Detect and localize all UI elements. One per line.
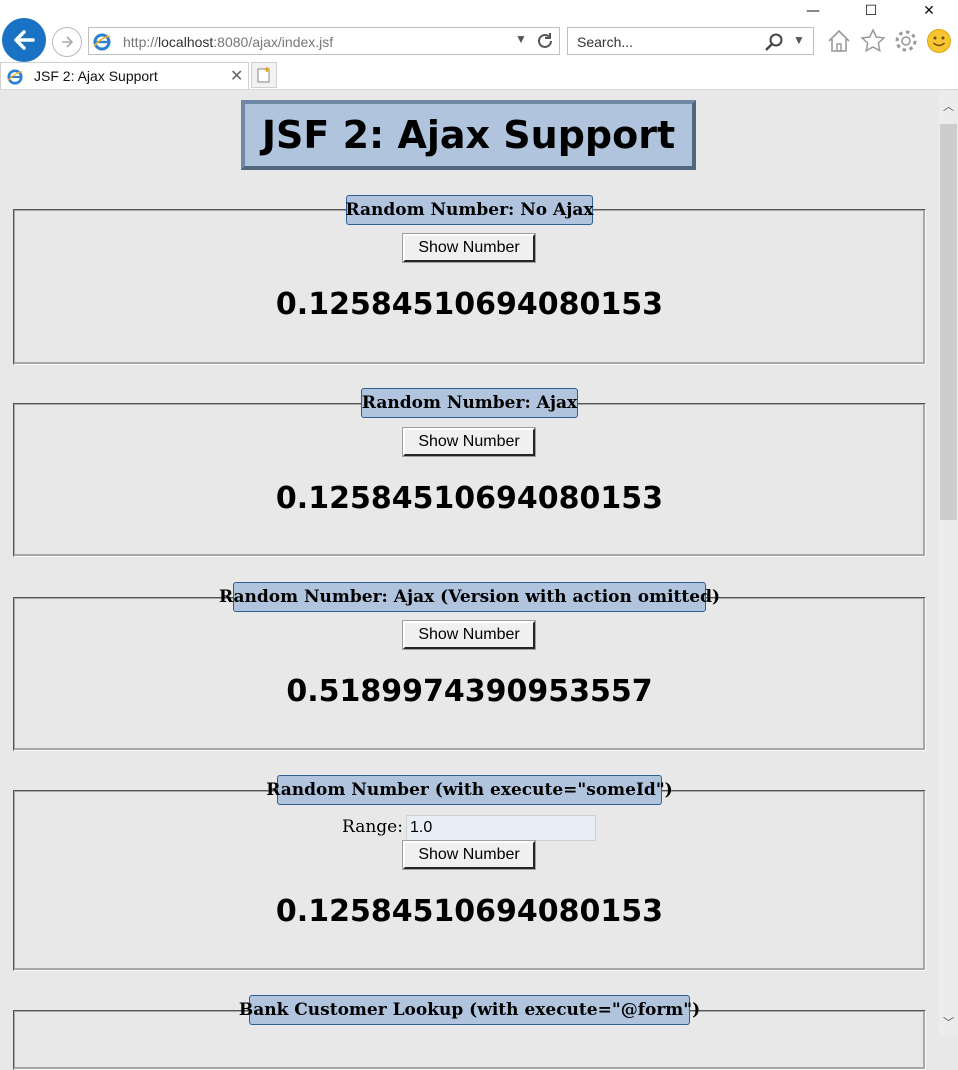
panel-legend-execute-someid: Random Number (with execute="someId")	[266, 775, 673, 805]
show-number-button-action-omitted[interactable]: Show Number	[402, 620, 536, 650]
panel-legend-no-ajax: Random Number: No Ajax	[345, 195, 594, 225]
range-input[interactable]	[406, 815, 596, 841]
maximize-button[interactable]: ☐	[842, 0, 900, 22]
forward-button[interactable]	[52, 27, 82, 57]
ie-icon	[93, 33, 111, 51]
close-tab-icon[interactable]: ✕	[230, 66, 243, 86]
search-icon[interactable]	[764, 32, 784, 52]
show-number-button-no-ajax[interactable]: Show Number	[402, 233, 536, 263]
panel-legend-ajax-action-omitted: Random Number: Ajax (Version with action…	[219, 582, 720, 612]
tab-active[interactable]: JSF 2: Ajax Support ✕	[0, 62, 249, 90]
scroll-down-icon[interactable]: ﹀	[939, 1014, 958, 1030]
new-tab-button[interactable]	[251, 62, 277, 88]
close-window-button[interactable]: ✕	[900, 0, 958, 22]
arrow-right-icon	[62, 36, 74, 48]
chrome-divider	[0, 89, 958, 90]
show-number-button-execute-someid[interactable]: Show Number	[402, 840, 536, 870]
random-number-ajax: 0.12584510694080153	[275, 481, 664, 516]
browser-chrome: — ☐ ✕ http://localhost:8080/ajax/index.j…	[0, 0, 958, 90]
panel-legend-bank-customer-lookup: Bank Customer Lookup (with execute="@for…	[239, 995, 700, 1025]
favorites-star-icon[interactable]	[860, 28, 886, 54]
search-dropdown-icon[interactable]: ▼	[793, 33, 805, 47]
minimize-button[interactable]: —	[784, 0, 842, 22]
show-number-button-ajax[interactable]: Show Number	[402, 427, 536, 457]
page-title: JSF 2: Ajax Support	[241, 100, 696, 170]
search-input[interactable]: Search...	[577, 34, 633, 50]
tab-title: JSF 2: Ajax Support	[34, 68, 158, 84]
url-text: http://localhost:8080/ajax/index.jsf	[123, 34, 334, 50]
back-button[interactable]	[2, 18, 46, 62]
random-number-no-ajax: 0.12584510694080153	[275, 287, 664, 322]
search-box[interactable]: Search... ▼	[567, 27, 814, 55]
smiley-feedback-icon[interactable]	[926, 28, 952, 54]
address-bar[interactable]: http://localhost:8080/ajax/index.jsf ▼	[88, 27, 560, 55]
ie-icon	[7, 69, 23, 85]
window-controls: — ☐ ✕	[784, 0, 958, 22]
home-icon[interactable]	[826, 28, 852, 54]
arrow-left-icon	[14, 30, 35, 50]
random-number-execute-someid: 0.12584510694080153	[275, 894, 664, 929]
random-number-action-omitted: 0.5189974390953557	[286, 674, 653, 709]
new-tab-icon	[257, 67, 270, 83]
scroll-up-icon[interactable]: ︿	[939, 98, 958, 114]
address-dropdown-icon[interactable]: ▼	[515, 32, 527, 46]
panel-ajax	[13, 403, 926, 557]
panel-legend-ajax: Random Number: Ajax	[361, 388, 578, 418]
range-label: Range:	[342, 817, 403, 837]
refresh-icon[interactable]	[535, 31, 555, 51]
scrollbar-thumb[interactable]	[940, 124, 957, 520]
gear-icon[interactable]	[893, 28, 919, 54]
vertical-scrollbar[interactable]: ︿ ﹀	[939, 90, 958, 1035]
